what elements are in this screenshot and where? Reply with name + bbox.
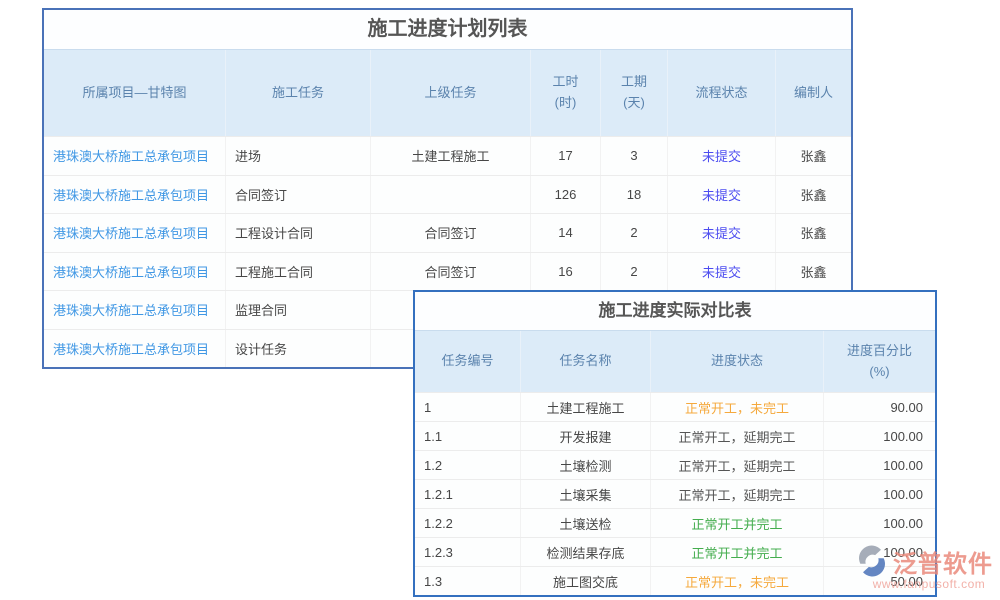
task-no-cell: 1.2.2 [415,509,520,537]
table-row: 港珠澳大桥施工总承包项目 工程设计合同 合同签订 14 2 未提交 张鑫 [44,213,851,252]
compare-table-header: 任务编号 任务名称 进度状态 进度百分比 (%) [415,330,935,392]
parent-task-cell: 土建工程施工 [370,137,530,175]
flow-status-link[interactable]: 未提交 [702,185,741,204]
flow-status-link[interactable]: 未提交 [702,223,741,242]
compare-col-percent: 进度百分比 (%) [823,331,935,392]
hours-cell: 16 [530,253,600,291]
progress-status-cell: 正常开工，未完工 [650,567,823,595]
percent-cell: 100.00 [823,509,935,537]
task-cell: 工程设计合同 [225,214,370,252]
plan-col-parent: 上级任务 [370,50,530,136]
days-cell: 3 [600,137,667,175]
progress-status-cell: 正常开工并完工 [650,538,823,566]
author-cell: 张鑫 [775,214,851,252]
percent-cell: 100.00 [823,480,935,508]
task-no-cell: 1.1 [415,422,520,450]
logo-gray-swoosh [859,546,881,564]
task-cell: 监理合同 [225,291,370,329]
task-cell: 设计任务 [225,330,370,368]
table-row: 1.2.1 土壤采集 正常开工，延期完工 100.00 [415,479,935,508]
progress-status-cell: 正常开工，未完工 [650,393,823,421]
logo-blue-swoosh [863,558,885,576]
task-name-cell: 施工图交底 [520,567,650,595]
compare-col-no: 任务编号 [415,331,520,392]
percent-cell: 100.00 [823,422,935,450]
days-cell: 2 [600,253,667,291]
task-no-cell: 1.2 [415,451,520,479]
table-row: 1 土建工程施工 正常开工，未完工 90.00 [415,392,935,421]
task-no-cell: 1 [415,393,520,421]
project-link[interactable]: 港珠澳大桥施工总承包项目 [53,262,209,281]
vendor-watermark: 泛普软件 www.fanpusoft.com [854,543,1000,591]
flow-status-link[interactable]: 未提交 [702,262,741,281]
hours-cell: 14 [530,214,600,252]
project-link[interactable]: 港珠澳大桥施工总承包项目 [53,146,209,165]
task-name-cell: 土壤送检 [520,509,650,537]
task-name-cell: 开发报建 [520,422,650,450]
vendor-url-text: www.fanpusoft.com [854,577,1000,591]
task-cell: 工程施工合同 [225,253,370,291]
plan-table-title: 施工进度计划列表 [44,10,851,49]
progress-status-cell: 正常开工，延期完工 [650,422,823,450]
parent-task-cell [370,176,530,214]
compare-col-name: 任务名称 [520,331,650,392]
task-cell: 合同签订 [225,176,370,214]
task-no-cell: 1.3 [415,567,520,595]
task-name-cell: 土壤检测 [520,451,650,479]
days-cell: 2 [600,214,667,252]
plan-col-task: 施工任务 [225,50,370,136]
table-row: 1.2 土壤检测 正常开工，延期完工 100.00 [415,450,935,479]
table-row: 1.1 开发报建 正常开工，延期完工 100.00 [415,421,935,450]
plan-col-days: 工期 (天) [600,50,667,136]
parent-task-cell: 合同签订 [370,214,530,252]
task-name-cell: 检测结果存底 [520,538,650,566]
table-row: 港珠澳大桥施工总承包项目 合同签订 126 18 未提交 张鑫 [44,175,851,214]
progress-status-cell: 正常开工，延期完工 [650,480,823,508]
progress-status-cell: 正常开工，延期完工 [650,451,823,479]
plan-col-hours: 工时 (时) [530,50,600,136]
author-cell: 张鑫 [775,137,851,175]
plan-table-header: 所属项目—甘特图 施工任务 上级任务 工时 (时) 工期 (天) 流程状态 编制… [44,49,851,136]
percent-cell: 90.00 [823,393,935,421]
progress-status-cell: 正常开工并完工 [650,509,823,537]
task-no-cell: 1.2.1 [415,480,520,508]
project-link[interactable]: 港珠澳大桥施工总承包项目 [53,185,209,204]
days-cell: 18 [600,176,667,214]
project-link[interactable]: 港珠澳大桥施工总承包项目 [53,339,209,358]
compare-col-status: 进度状态 [650,331,823,392]
project-link[interactable]: 港珠澳大桥施工总承包项目 [53,223,209,242]
table-row: 港珠澳大桥施工总承包项目 工程施工合同 合同签订 16 2 未提交 张鑫 [44,252,851,291]
author-cell: 张鑫 [775,253,851,291]
vendor-logo-icon [854,543,890,579]
flow-status-link[interactable]: 未提交 [702,146,741,165]
task-name-cell: 土壤采集 [520,480,650,508]
task-name-cell: 土建工程施工 [520,393,650,421]
table-row: 1.2.2 土壤送检 正常开工并完工 100.00 [415,508,935,537]
compare-table-title: 施工进度实际对比表 [415,292,935,330]
task-cell: 进场 [225,137,370,175]
project-link[interactable]: 港珠澳大桥施工总承包项目 [53,300,209,319]
hours-cell: 17 [530,137,600,175]
plan-col-project: 所属项目—甘特图 [44,50,225,136]
parent-task-cell: 合同签订 [370,253,530,291]
vendor-brand-text: 泛普软件 [893,544,993,579]
plan-col-flow: 流程状态 [667,50,775,136]
table-row: 港珠澳大桥施工总承包项目 进场 土建工程施工 17 3 未提交 张鑫 [44,136,851,175]
plan-col-author: 编制人 [775,50,851,136]
author-cell: 张鑫 [775,176,851,214]
task-no-cell: 1.2.3 [415,538,520,566]
percent-cell: 100.00 [823,451,935,479]
hours-cell: 126 [530,176,600,214]
